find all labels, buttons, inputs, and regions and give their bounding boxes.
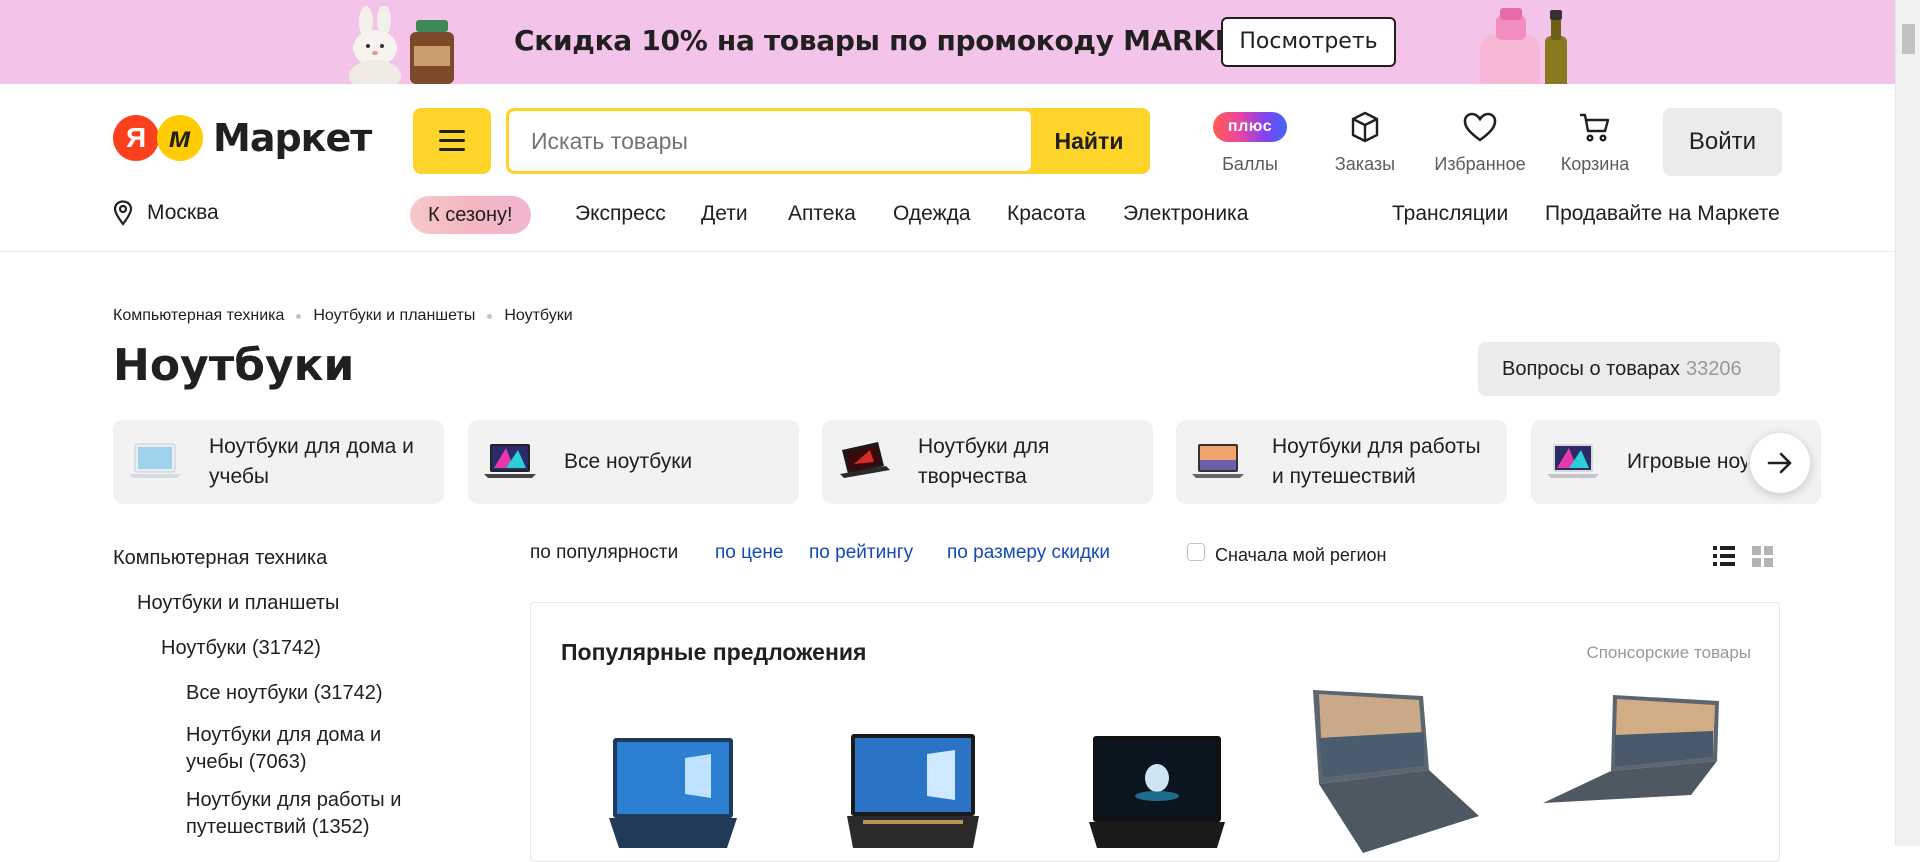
category-label: Ноутбуки для работы и путешествий bbox=[1272, 435, 1481, 488]
menu-icon-line bbox=[439, 139, 465, 142]
product-laptop-image[interactable] bbox=[1067, 698, 1247, 848]
sponsored-label: Спонсорские товары bbox=[1586, 643, 1751, 662]
breadcrumb: Компьютерная техника Ноутбуки и планшеты… bbox=[113, 307, 573, 325]
breadcrumb-item[interactable]: Компьютерная техника bbox=[113, 307, 284, 325]
laptop-colorful-icon bbox=[484, 444, 536, 478]
nav-link-clothes[interactable]: Одежда bbox=[893, 202, 971, 226]
cart-link[interactable]: Корзина bbox=[1540, 108, 1650, 175]
category-card-creative[interactable]: Ноутбуки для творчества bbox=[822, 420, 1153, 504]
region-label: Сначала мой регион bbox=[1215, 545, 1387, 565]
carousel-next-button[interactable] bbox=[1750, 433, 1810, 493]
city-selector[interactable]: Москва bbox=[113, 200, 219, 226]
grid-view-icon[interactable] bbox=[1752, 545, 1774, 567]
category-label: Все ноутбуки bbox=[564, 450, 693, 473]
product-laptop-image[interactable] bbox=[581, 698, 761, 848]
nav-link-express[interactable]: Экспресс bbox=[575, 202, 666, 226]
site-header: Я м Маркет Найти плюс Баллы Заказы bbox=[0, 84, 1895, 252]
points-label: Баллы bbox=[1222, 154, 1278, 174]
popular-offers: Популярные предложения Спонсорские товар… bbox=[530, 602, 1780, 862]
questions-count: 33206 bbox=[1685, 358, 1742, 380]
coffee-jar-icon bbox=[410, 20, 454, 84]
heart-icon bbox=[1425, 108, 1535, 146]
product-laptop-image[interactable] bbox=[1303, 688, 1483, 853]
search-input[interactable] bbox=[509, 111, 1031, 171]
promo-view-button[interactable]: Посмотреть bbox=[1221, 17, 1396, 67]
catalog-menu-button[interactable] bbox=[413, 108, 491, 174]
nav-link-streams[interactable]: Трансляции bbox=[1392, 202, 1508, 226]
sort-price[interactable]: по цене bbox=[715, 542, 783, 564]
arrow-right-icon bbox=[1767, 452, 1792, 474]
region-checkbox[interactable] bbox=[1187, 543, 1205, 561]
logo[interactable]: Я м Маркет bbox=[113, 114, 372, 162]
laptop-white-icon bbox=[129, 443, 181, 478]
favorites-link[interactable]: Избранное bbox=[1425, 108, 1535, 175]
popular-title: Популярные предложения bbox=[561, 639, 867, 665]
laptop-sunset-icon bbox=[1192, 444, 1244, 478]
breadcrumb-separator bbox=[296, 313, 302, 319]
page-title: Ноутбуки bbox=[113, 340, 355, 391]
nav-link-sell[interactable]: Продавайте на Маркете bbox=[1545, 202, 1780, 226]
logo-text: Маркет bbox=[213, 116, 372, 160]
search-button[interactable]: Найти bbox=[1031, 111, 1147, 171]
box-icon bbox=[1310, 108, 1420, 146]
plus-badge: плюс bbox=[1213, 112, 1287, 142]
page-scrollbar[interactable] bbox=[1895, 0, 1920, 846]
logo-ya-icon: Я bbox=[113, 115, 159, 161]
laptop-red-icon bbox=[840, 442, 890, 478]
breadcrumb-item[interactable]: Ноутбуки bbox=[504, 307, 572, 325]
category-label: Ноутбуки для творчества bbox=[918, 435, 1050, 488]
product-laptop-image[interactable] bbox=[823, 698, 1003, 848]
points-link[interactable]: плюс Баллы bbox=[1195, 108, 1305, 175]
category-card-work[interactable]: Ноутбуки для работы и путешествий bbox=[1176, 420, 1507, 504]
nav-link-electronics[interactable]: Электроника bbox=[1123, 202, 1248, 226]
product-laptop-image[interactable] bbox=[1541, 691, 1721, 811]
menu-icon-line bbox=[439, 130, 465, 133]
sort-discount[interactable]: по размеру скидки bbox=[947, 542, 1110, 564]
cart-icon bbox=[1540, 108, 1650, 146]
sidebar-item-all-laptops[interactable]: Все ноутбуки (31742) bbox=[186, 680, 383, 707]
category-card-all[interactable]: Все ноутбуки bbox=[468, 420, 799, 504]
questions-button[interactable]: Вопросы о товарах 33206 bbox=[1478, 342, 1780, 396]
sort-rating[interactable]: по рейтингу bbox=[809, 542, 913, 564]
season-link[interactable]: К сезону! bbox=[410, 196, 531, 234]
nav-row: Москва К сезону! Экспресс Дети Аптека Од… bbox=[0, 196, 1895, 236]
cart-label: Корзина bbox=[1560, 154, 1630, 174]
nav-link-beauty[interactable]: Красота bbox=[1007, 202, 1086, 226]
sidebar-item-home-laptops[interactable]: Ноутбуки для дома и учебы (7063) bbox=[186, 722, 416, 776]
menu-icon-line bbox=[439, 148, 465, 151]
favorites-label: Избранное bbox=[1434, 154, 1526, 174]
breadcrumb-item[interactable]: Ноутбуки и планшеты bbox=[313, 307, 475, 325]
breadcrumb-separator bbox=[487, 313, 493, 319]
category-label: Ноутбуки для дома и учебы bbox=[209, 435, 414, 488]
promo-banner[interactable]: Скидка 10% на товары по промокоду MARKET… bbox=[0, 0, 1895, 84]
promo-text: Скидка 10% на товары по промокоду MARKET bbox=[514, 24, 1253, 57]
points-icon-wrap: плюс bbox=[1195, 108, 1305, 146]
login-button[interactable]: Войти bbox=[1663, 108, 1782, 176]
search-box: Найти bbox=[506, 108, 1150, 174]
sidebar-item-laptops[interactable]: Ноутбуки (31742) bbox=[161, 635, 321, 662]
sidebar-item-computers[interactable]: Компьютерная техника bbox=[113, 545, 327, 572]
bottles-icon bbox=[1480, 8, 1567, 84]
nav-link-kids[interactable]: Дети bbox=[701, 202, 748, 226]
orders-link[interactable]: Заказы bbox=[1310, 108, 1420, 175]
questions-label: Вопросы о товарах bbox=[1502, 358, 1680, 380]
city-label: Москва bbox=[147, 201, 219, 224]
nav-link-pharmacy[interactable]: Аптека bbox=[788, 202, 856, 226]
list-view-icon[interactable] bbox=[1713, 545, 1735, 567]
sidebar-item-laptops-tablets[interactable]: Ноутбуки и планшеты bbox=[137, 590, 339, 617]
orders-label: Заказы bbox=[1334, 154, 1396, 174]
logo-m-icon: м bbox=[157, 115, 203, 161]
laptop-gaming-icon bbox=[1547, 444, 1599, 478]
sort-popularity[interactable]: по популярности bbox=[530, 542, 678, 564]
sidebar-item-work-laptops[interactable]: Ноутбуки для работы и путешествий (1352) bbox=[186, 787, 426, 841]
category-label: Игровые ноутбуки bbox=[1627, 450, 1747, 473]
category-card-home[interactable]: Ноутбуки для дома и учебы bbox=[113, 420, 444, 504]
location-pin-icon bbox=[113, 200, 133, 226]
scrollbar-thumb[interactable] bbox=[1902, 24, 1915, 54]
